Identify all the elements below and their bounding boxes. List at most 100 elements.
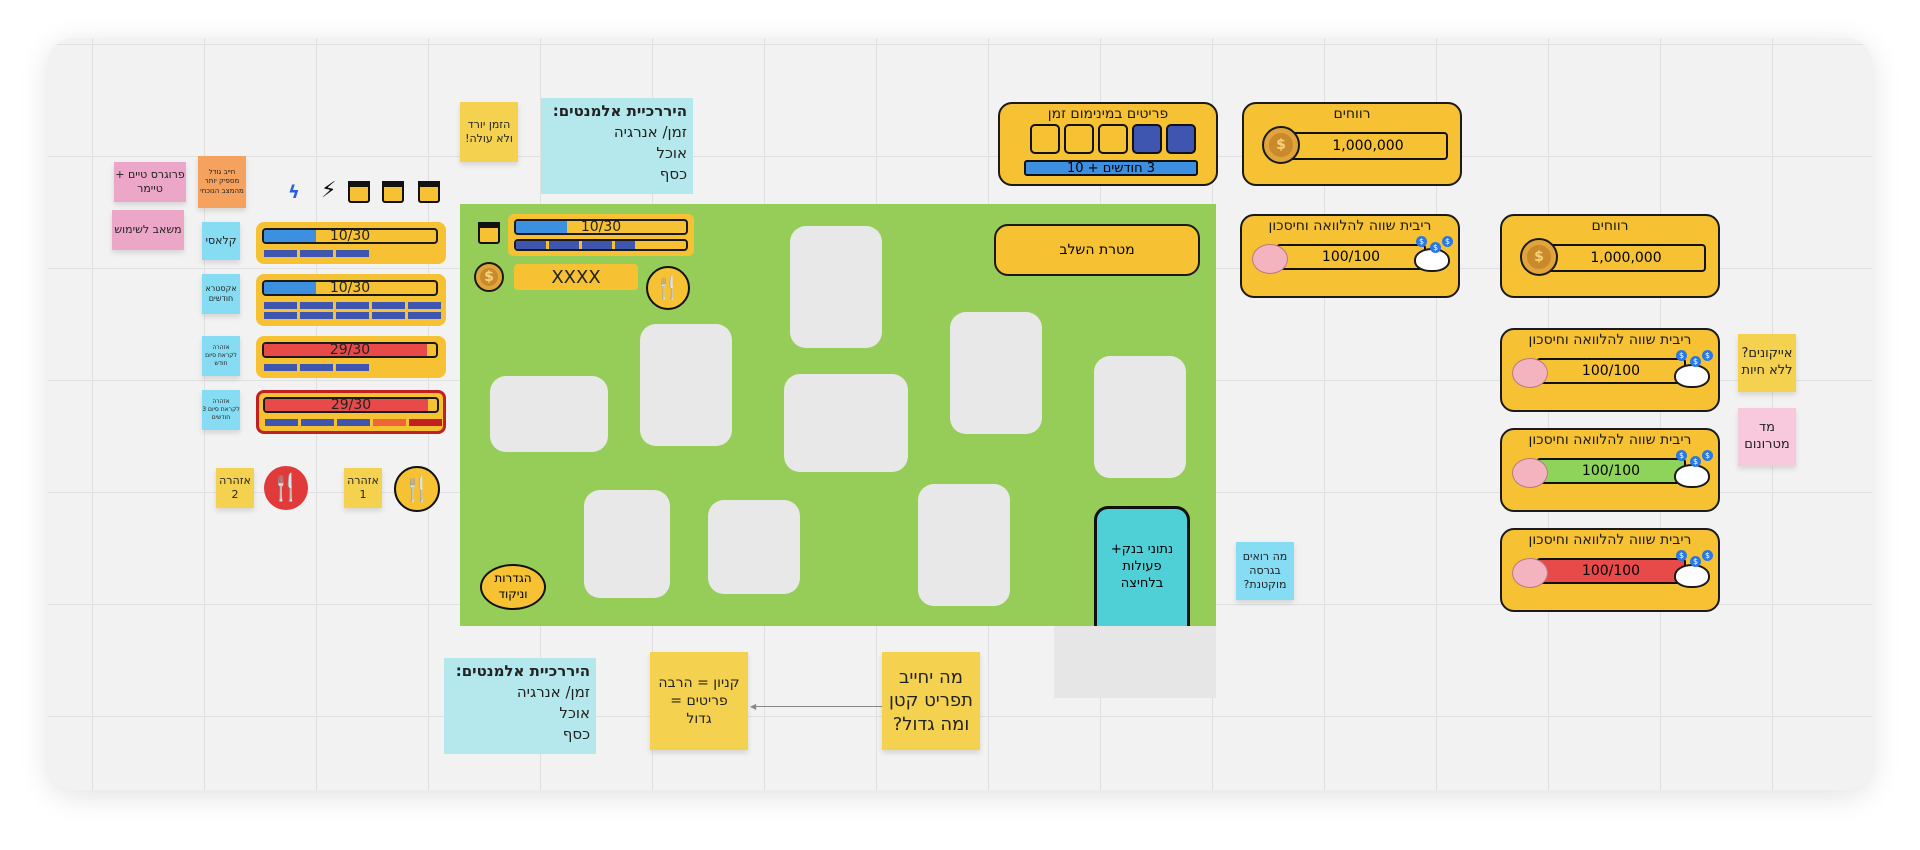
hud-time-card: 10/30 bbox=[508, 214, 694, 256]
profit-coin-icon-2: $ bbox=[1520, 238, 1558, 276]
slot-filled bbox=[1166, 124, 1196, 154]
game-card[interactable] bbox=[790, 226, 882, 348]
hierarchy-bottom-line3: כסף bbox=[562, 725, 590, 743]
hud-time-label: 10/30 bbox=[580, 219, 622, 235]
dollar-coin-icon: $ bbox=[1690, 456, 1701, 467]
sticky-note-warning-3months[interactable]: אזהרה לקראת סיום 3 חודשים bbox=[202, 390, 240, 430]
connector-line bbox=[754, 706, 884, 707]
hud-money-value: XXXX bbox=[514, 264, 638, 290]
loan-value-1: 100/100 bbox=[1276, 244, 1426, 270]
hierarchy-top-line2: אוכל bbox=[656, 144, 687, 162]
sticky-note-meter[interactable]: מד מטרונום bbox=[1738, 408, 1796, 466]
hierarchy-bottom-line2: אוכל bbox=[559, 704, 590, 722]
dollar-coin-icon: $ bbox=[1702, 550, 1713, 561]
bar-card-3: 29/30 bbox=[256, 336, 446, 378]
hud-time-bar: 10/30 bbox=[514, 219, 688, 235]
loan-card-2: ריבית שווה להלוואה וחיסכון 100/100 $ $ $ bbox=[1500, 328, 1720, 412]
dollar-coin-icon: $ bbox=[1690, 356, 1701, 367]
game-card[interactable] bbox=[584, 490, 670, 598]
progress-label-1: 10/30 bbox=[329, 228, 371, 244]
sticky-note-purchase[interactable]: קניון = הרבה פריטים = גדול bbox=[650, 652, 748, 750]
loan-title-4: ריבית שווה להלוואה וחיסכון bbox=[1528, 532, 1692, 548]
dollar-coin-icon: $ bbox=[1676, 550, 1687, 561]
progress-bar-3: 29/30 bbox=[262, 342, 438, 358]
calendar-icon bbox=[418, 181, 440, 203]
slot-filled bbox=[1132, 124, 1162, 154]
game-card[interactable] bbox=[918, 484, 1010, 606]
dollar-coin-icon: $ bbox=[1690, 556, 1701, 567]
hierarchy-bottom[interactable]: היררכיית אלמנטים: זמן/ אנרגיה אוכל כסף bbox=[444, 658, 596, 754]
segments-3 bbox=[264, 364, 444, 371]
sticky-note-classic[interactable]: קלאסי bbox=[202, 222, 240, 260]
progress-label-3: 29/30 bbox=[329, 342, 371, 358]
progress-label-2: 10/30 bbox=[329, 280, 371, 296]
progress-bar-4: 29/30 bbox=[263, 397, 439, 413]
sticky-note-time-down[interactable]: הזמן יורד ולא עולה! bbox=[460, 102, 518, 162]
game-card[interactable] bbox=[640, 324, 732, 446]
dollar-coin-icon: $ bbox=[1702, 450, 1713, 461]
profit-value-1: 1,000,000 bbox=[1278, 132, 1448, 160]
bank-panel-button[interactable]: נתוני בנק+ פעולות בלחיצה bbox=[1094, 506, 1190, 626]
sticky-note-warning2[interactable]: אזהרה 2 bbox=[216, 468, 254, 508]
loan-title-1: ריבית שווה להלוואה וחיסכון bbox=[1268, 218, 1432, 234]
hierarchy-top-title: היררכיית אלמנטים: bbox=[552, 102, 687, 120]
hierarchy-bottom-line1: זמן/ אנרגיה bbox=[516, 683, 590, 701]
dollar-coin-icon: $ bbox=[1442, 236, 1453, 247]
timed-items-card: פריטים במינימום זמן 3 חודשים + 10 bbox=[998, 102, 1218, 186]
loan-title-2: ריבית שווה להלוואה וחיסכון bbox=[1528, 332, 1692, 348]
sticky-note-progress-timer[interactable]: פרוגרס טיים + טיימר bbox=[114, 162, 186, 202]
hud-calendar-icon bbox=[478, 222, 500, 244]
game-card[interactable] bbox=[708, 500, 800, 594]
dollar-coin-icon: $ bbox=[1430, 242, 1441, 253]
piggy-icon bbox=[1252, 244, 1288, 274]
fork-knife-red-icon: 🍴 bbox=[264, 466, 308, 510]
profit-coin-icon: $ bbox=[1262, 126, 1300, 164]
hierarchy-top-line3: כסף bbox=[659, 165, 687, 183]
hierarchy-top[interactable]: היררכיית אלמנטים: זמן/ אנרגיה אוכל כסף bbox=[541, 98, 693, 194]
segments-1 bbox=[264, 250, 444, 257]
sticky-note-warning-month[interactable]: אזהרה לקראת סיום חודש bbox=[202, 336, 240, 376]
loan-title-3: ריבית שווה להלוואה וחיסכון bbox=[1528, 432, 1692, 448]
slot-empty bbox=[1030, 124, 1060, 154]
profit-title-2: רווחים bbox=[1591, 218, 1629, 234]
game-card[interactable] bbox=[1094, 356, 1186, 478]
piggy-icon bbox=[1512, 558, 1548, 588]
sticky-note-warning1[interactable]: אזהרה 1 bbox=[344, 468, 382, 508]
sticky-note-icons[interactable]: אייקונים? ללא חיות bbox=[1738, 334, 1796, 392]
bar-card-1: 10/30 bbox=[256, 222, 446, 264]
piggy-bank-icon bbox=[1674, 464, 1710, 488]
hud-segment-bar bbox=[514, 239, 688, 251]
loan-card-4: ריבית שווה להלוואה וחיסכון 100/100 $ $ $ bbox=[1500, 528, 1720, 612]
dollar-coin-icon: $ bbox=[1416, 236, 1427, 247]
loan-value-4: 100/100 bbox=[1536, 558, 1686, 584]
hierarchy-bottom-title: היררכיית אלמנטים: bbox=[455, 662, 590, 680]
profit-title-1: רווחים bbox=[1333, 106, 1371, 122]
sticky-note-orange[interactable]: חייב גודל מספיק יותר מהמצב הנוכחי bbox=[198, 156, 246, 208]
game-card[interactable] bbox=[490, 376, 608, 452]
whiteboard-canvas[interactable]: פרוגרס טיים + טיימר חייב גודל מספיק יותר… bbox=[48, 38, 1872, 790]
settings-button[interactable]: הגדרות וניקוד bbox=[480, 564, 546, 610]
profit-card-2: רווחים 1,000,000 $ bbox=[1500, 214, 1720, 298]
hud-coin-icon: $ bbox=[474, 262, 504, 292]
loan-value-2: 100/100 bbox=[1536, 358, 1686, 384]
slot-empty bbox=[1098, 124, 1128, 154]
hierarchy-top-line1: זמן/ אנרגיה bbox=[613, 123, 687, 141]
loan-card-3: ריבית שווה להלוואה וחיסכון 100/100 $ $ $ bbox=[1500, 428, 1720, 512]
sticky-note-resource[interactable]: משאב לשימוש bbox=[112, 210, 184, 250]
dollar-coin-icon: $ bbox=[1676, 350, 1687, 361]
slot-empty bbox=[1064, 124, 1094, 154]
game-card[interactable] bbox=[784, 374, 908, 472]
stage-goal-button[interactable]: מטרת השלב bbox=[994, 224, 1200, 276]
game-board: 10/30 $ XXXX 🍴 מטרת השלב הגדרות וניקוד נ… bbox=[460, 204, 1216, 626]
sticky-note-extra-months[interactable]: אקסטרא חודשים bbox=[202, 274, 240, 314]
progress-bar-1: 10/30 bbox=[262, 228, 438, 244]
timed-items-bar: 3 חודשים + 10 bbox=[1024, 160, 1198, 176]
piggy-icon bbox=[1512, 358, 1548, 388]
profit-value-2: 1,000,000 bbox=[1536, 244, 1706, 272]
sticky-note-requires[interactable]: מה יחייב תפריט קטן ומה גדול? bbox=[882, 652, 980, 750]
sticky-note-what-small[interactable]: מה רואים בגרסה מוקטנת? bbox=[1236, 542, 1294, 600]
bar-card-4: 29/30 bbox=[256, 390, 446, 434]
game-card[interactable] bbox=[950, 312, 1042, 434]
bar-card-2: 10/30 bbox=[256, 274, 446, 326]
lightning-icon: ⚡ bbox=[321, 178, 337, 203]
